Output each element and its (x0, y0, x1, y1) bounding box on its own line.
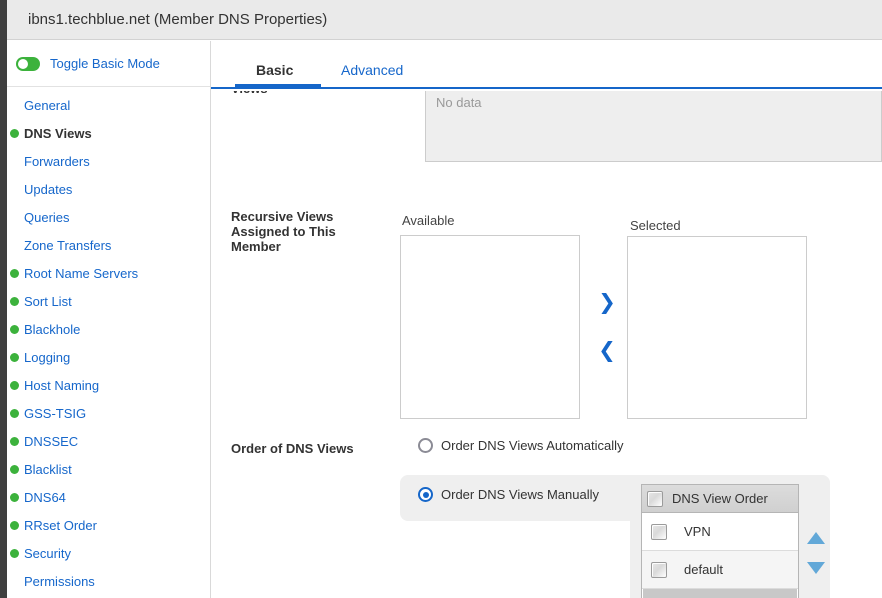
order-of-dns-views-label: Order of DNS Views (231, 441, 354, 456)
radio-order-manually[interactable]: Order DNS Views Manually (418, 487, 599, 502)
table-header-label: DNS View Order (672, 491, 768, 506)
toggle-basic-mode[interactable]: Toggle Basic Mode (7, 41, 210, 87)
sidebar-item-blacklist[interactable]: Blacklist (7, 455, 210, 483)
status-dot-icon (10, 549, 19, 558)
move-left-button[interactable]: ❮ (596, 338, 618, 362)
move-down-icon[interactable] (807, 562, 825, 574)
sidebar-nav: General DNS Views Forwarders Updates Que… (7, 87, 210, 595)
field-label-views: Views (231, 91, 268, 96)
dns-view-order-table: DNS View Order VPN default (641, 484, 799, 598)
sidebar-item-updates[interactable]: Updates (7, 175, 210, 203)
available-views-listbox[interactable] (400, 235, 580, 419)
sidebar-item-dns64[interactable]: DNS64 (7, 483, 210, 511)
sidebar-item-gss-tsig[interactable]: GSS-TSIG (7, 399, 210, 427)
sidebar-item-zone-transfers[interactable]: Zone Transfers (7, 231, 210, 259)
sidebar-item-sort-list[interactable]: Sort List (7, 287, 210, 315)
active-tab-indicator (235, 84, 321, 89)
dialog-title: ibns1.techblue.net (Member DNS Propertie… (28, 11, 327, 28)
views-nodata-field[interactable]: No data (425, 91, 882, 162)
main-panel: Basic Advanced Views No data Recursive V… (211, 41, 882, 598)
toggle-switch-icon[interactable] (16, 57, 40, 71)
move-right-button[interactable]: ❯ (596, 290, 618, 314)
selected-column-label: Selected (630, 218, 681, 233)
sidebar-item-dnssec[interactable]: DNSSEC (7, 427, 210, 455)
sidebar-item-host-naming[interactable]: Host Naming (7, 371, 210, 399)
status-dot-icon (10, 409, 19, 418)
status-dot-icon (10, 437, 19, 446)
sidebar-item-logging[interactable]: Logging (7, 343, 210, 371)
move-up-icon[interactable] (807, 532, 825, 544)
sidebar-item-general[interactable]: General (7, 91, 210, 119)
radio-selected-icon[interactable] (418, 487, 433, 502)
table-row-default[interactable]: default (642, 551, 798, 589)
status-dot-icon (10, 325, 19, 334)
table-horizontal-scrollbar[interactable] (643, 589, 797, 598)
status-dot-icon (10, 465, 19, 474)
radio-icon[interactable] (418, 438, 433, 453)
sidebar-item-rrset-order[interactable]: RRset Order (7, 511, 210, 539)
status-dot-icon (10, 493, 19, 502)
status-dot-icon (10, 269, 19, 278)
status-dot-icon (10, 297, 19, 306)
status-dot-icon (10, 129, 19, 138)
sidebar-item-forwarders[interactable]: Forwarders (7, 147, 210, 175)
sidebar: Toggle Basic Mode General DNS Views Forw… (7, 41, 211, 598)
sidebar-item-root-name-servers[interactable]: Root Name Servers (7, 259, 210, 287)
recursive-views-label: Recursive Views Assigned to This Member (231, 209, 351, 254)
sidebar-item-permissions[interactable]: Permissions (7, 567, 210, 595)
radio-order-automatically[interactable]: Order DNS Views Automatically (418, 438, 624, 453)
sidebar-item-queries[interactable]: Queries (7, 203, 210, 231)
toggle-basic-mode-label: Toggle Basic Mode (50, 56, 160, 71)
row-checkbox[interactable] (651, 562, 667, 578)
selected-views-listbox[interactable] (627, 236, 807, 419)
status-dot-icon (10, 521, 19, 530)
status-dot-icon (10, 381, 19, 390)
tab-basic[interactable]: Basic (256, 62, 293, 78)
sidebar-item-security[interactable]: Security (7, 539, 210, 567)
tab-bar: Basic Advanced (211, 41, 882, 89)
status-dot-icon (10, 353, 19, 362)
dialog-titlebar: ibns1.techblue.net (Member DNS Propertie… (7, 0, 882, 40)
sidebar-item-dns-views[interactable]: DNS Views (7, 119, 210, 147)
sidebar-item-blackhole[interactable]: Blackhole (7, 315, 210, 343)
table-header-row: DNS View Order (642, 485, 798, 513)
select-all-checkbox[interactable] (647, 491, 663, 507)
available-column-label: Available (402, 213, 455, 228)
form-scroll-area[interactable]: Views No data Recursive Views Assigned t… (211, 91, 882, 598)
tab-advanced[interactable]: Advanced (341, 62, 403, 78)
table-row-vpn[interactable]: VPN (642, 513, 798, 551)
row-checkbox[interactable] (651, 524, 667, 540)
background-window-edge (0, 0, 7, 598)
